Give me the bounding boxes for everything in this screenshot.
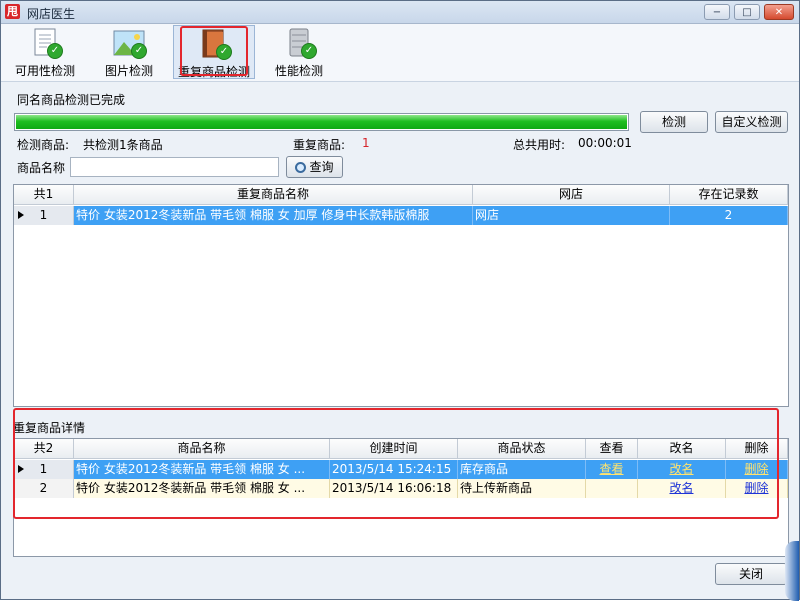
custom-detect-button[interactable]: 自定义检测	[715, 111, 788, 133]
edge-decoration	[785, 541, 799, 601]
shop-cell: 网店	[473, 206, 670, 225]
minimize-button[interactable]: −	[704, 4, 730, 20]
column-header[interactable]: 重复商品名称	[74, 185, 473, 205]
app-window: 甩 网店医生 − □ ✕ ✓ 可用性检测 ✓ 图片检测 ✓ 重复商品检测 ✓ 性…	[0, 0, 800, 601]
time-label: 总共用时:	[513, 138, 566, 152]
toolbar: ✓ 可用性检测 ✓ 图片检测 ✓ 重复商品检测 ✓ 性能检测	[1, 24, 799, 82]
progress-fill	[16, 115, 627, 129]
search-icon	[295, 162, 307, 173]
row-header: 1	[14, 206, 74, 225]
server-check-icon: ✓	[283, 28, 317, 59]
product-name-cell: 特价 女装2012冬装新品 带毛领 棉服 女 加厚 修身中长款韩版棉服	[74, 206, 473, 225]
column-header[interactable]: 共1	[14, 185, 74, 205]
tool-label: 可用性检测	[14, 64, 75, 78]
duplicate-grid: 共1 重复商品名称 网店 存在记录数 1 特价 女装2012冬装新品 带毛领 棉…	[13, 184, 789, 407]
document-check-icon: ✓	[29, 28, 63, 59]
row-pointer-icon	[18, 211, 24, 219]
record-count-cell: 2	[670, 206, 788, 225]
tool-availability-check[interactable]: ✓ 可用性检测	[9, 25, 81, 79]
close-button[interactable]: 关闭	[715, 563, 787, 585]
image-check-icon: ✓	[113, 28, 147, 59]
search-button-label: 查询	[309, 160, 334, 174]
app-logo-icon: 甩	[5, 4, 20, 19]
detect-button[interactable]: 检测	[640, 111, 708, 133]
tool-label: 性能检测	[274, 64, 323, 78]
search-button[interactable]: 查询	[286, 156, 343, 178]
status-text: 同名商品检测已完成	[17, 93, 126, 107]
column-header[interactable]: 存在记录数	[670, 185, 788, 205]
tool-performance-check[interactable]: ✓ 性能检测	[263, 25, 335, 79]
duplicate-count: 1	[362, 136, 370, 150]
maximize-button[interactable]: □	[734, 4, 760, 20]
time-value: 00:00:01	[578, 136, 632, 150]
detected-value: 共检测1条商品	[83, 138, 163, 152]
duplicate-label: 重复商品:	[293, 138, 346, 152]
row-index: 1	[39, 208, 48, 222]
window-title: 网店医生	[27, 7, 76, 21]
product-name-input[interactable]	[70, 157, 279, 177]
close-window-button[interactable]: ✕	[764, 4, 794, 20]
column-header[interactable]: 网店	[473, 185, 670, 205]
detected-label: 检测商品:	[17, 138, 70, 152]
table-row[interactable]: 1 特价 女装2012冬装新品 带毛领 棉服 女 加厚 修身中长款韩版棉服 网店…	[14, 206, 788, 225]
tool-label: 图片检测	[104, 64, 153, 78]
tool-image-check[interactable]: ✓ 图片检测	[93, 25, 165, 79]
progress-bar	[14, 113, 629, 131]
highlight-box-toolbar	[180, 26, 248, 76]
highlight-box-detail	[13, 408, 779, 519]
product-name-label: 商品名称	[17, 161, 66, 175]
title-bar[interactable]: 甩 网店医生 − □ ✕	[1, 1, 799, 24]
